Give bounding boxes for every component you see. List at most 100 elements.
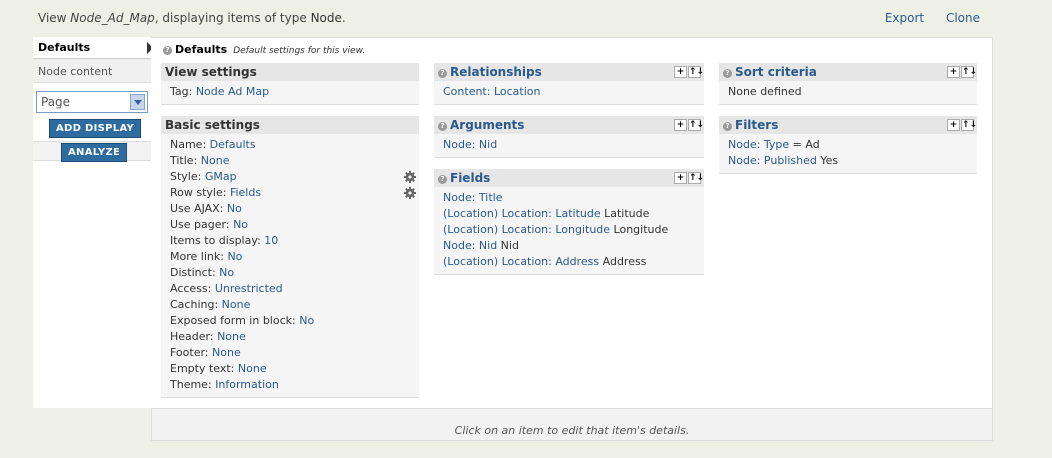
setting-row[interactable]: Footer: None	[170, 345, 410, 361]
sort-row[interactable]: None defined	[728, 84, 968, 100]
field-row[interactable]: (Location) Location: Latitude Latitude	[443, 206, 695, 222]
fields-header: ? Fields + ↑↓	[434, 169, 704, 187]
add-icon[interactable]: +	[674, 172, 687, 184]
setting-row[interactable]: Header: None	[170, 329, 410, 345]
field-row[interactable]: (Location) Location: Address Address	[443, 254, 695, 270]
add-icon[interactable]: +	[947, 66, 960, 78]
setting-row[interactable]: Use pager: No	[170, 217, 410, 233]
rearrange-icon[interactable]: ↑↓	[688, 172, 704, 184]
rearrange-icon[interactable]: ↑↓	[688, 66, 704, 78]
filters-title[interactable]: Filters	[735, 118, 778, 132]
setting-row[interactable]: Exposed form in block: No	[170, 313, 410, 329]
relationships-title[interactable]: Relationships	[450, 65, 542, 79]
rearrange-icon[interactable]: ↑↓	[688, 119, 704, 131]
view-title: View Node_Ad_Map, displaying items of ty…	[38, 11, 346, 25]
field-row-link[interactable]: (Location) Location: Longitude	[443, 223, 610, 236]
gear-icon[interactable]	[404, 187, 416, 199]
relationships-ops: + ↑↓	[673, 64, 704, 78]
help-icon[interactable]: ?	[163, 46, 172, 55]
add-icon[interactable]: +	[674, 66, 687, 78]
field-row[interactable]: (Location) Location: Longitude Longitude	[443, 222, 695, 238]
field-row[interactable]: Node: Title	[443, 190, 695, 206]
arguments-title[interactable]: Arguments	[450, 118, 524, 132]
setting-value-link[interactable]: No	[219, 266, 234, 279]
view-name: Node_Ad_Map	[70, 11, 155, 25]
arguments-block: ? Arguments + ↑↓ Node: Nid	[434, 116, 704, 158]
setting-value-link[interactable]: No	[227, 250, 242, 263]
setting-label: Style:	[170, 170, 205, 183]
setting-row[interactable]: Access: Unrestricted	[170, 281, 410, 297]
help-icon[interactable]: ?	[723, 122, 732, 131]
setting-value-link[interactable]: Fields	[230, 186, 261, 199]
relationship-row[interactable]: Content: Location	[443, 84, 695, 100]
view-actions: Export Clone	[867, 11, 980, 25]
tag-label: Tag:	[170, 85, 196, 98]
setting-row[interactable]: More link: No	[170, 249, 410, 265]
fields-title[interactable]: Fields	[450, 171, 490, 185]
setting-row[interactable]: Caching: None	[170, 297, 410, 313]
field-row-link[interactable]: (Location) Location: Latitude	[443, 207, 601, 220]
tag-value-link[interactable]: Node Ad Map	[196, 85, 269, 98]
setting-value-link[interactable]: No	[233, 218, 248, 231]
help-icon[interactable]: ?	[723, 69, 732, 78]
display-type-select[interactable]: Page	[36, 91, 148, 113]
setting-row[interactable]: Items to display: 10	[170, 233, 410, 249]
help-icon[interactable]: ?	[438, 69, 447, 78]
gear-icon[interactable]	[404, 171, 416, 183]
filter-row-link[interactable]: Node: Type	[728, 138, 789, 151]
setting-value-link[interactable]: 10	[264, 234, 278, 247]
field-row[interactable]: Node: Nid Nid	[443, 238, 695, 254]
setting-value-link[interactable]: None	[201, 154, 230, 167]
setting-row[interactable]: Empty text: None	[170, 361, 410, 377]
filters-header: ? Filters + ↑↓	[719, 116, 977, 134]
help-icon[interactable]: ?	[438, 175, 447, 184]
defaults-heading: ? Defaults Default settings for this view.	[163, 43, 365, 56]
field-row-link[interactable]: (Location) Location: Address	[443, 255, 599, 268]
setting-label: Access:	[170, 282, 215, 295]
basic-settings-title: Basic settings	[165, 118, 260, 132]
setting-value-link[interactable]: Defaults	[210, 138, 256, 151]
setting-value-link[interactable]: Information	[215, 378, 279, 391]
analyze-button[interactable]: ANALYZE	[61, 143, 128, 162]
field-row-text: Address	[599, 255, 647, 268]
setting-row[interactable]: Theme: Information	[170, 377, 410, 393]
rearrange-icon[interactable]: ↑↓	[961, 119, 977, 131]
sort-criteria-title[interactable]: Sort criteria	[735, 65, 817, 79]
tab-node-content[interactable]: Node content	[33, 59, 152, 83]
setting-row[interactable]: Title: None	[170, 153, 410, 169]
add-icon[interactable]: +	[947, 119, 960, 131]
setting-row[interactable]: Distinct: No	[170, 265, 410, 281]
setting-value-link[interactable]: Unrestricted	[215, 282, 283, 295]
rearrange-icon[interactable]: ↑↓	[961, 66, 977, 78]
setting-label: Title:	[170, 154, 201, 167]
view-settings-header: View settings	[161, 63, 419, 81]
setting-row[interactable]: Use AJAX: No	[170, 201, 410, 217]
filter-row-link[interactable]: Node: Published	[728, 154, 817, 167]
setting-value-link[interactable]: No	[227, 202, 242, 215]
chevron-down-icon[interactable]	[130, 94, 145, 110]
sort-row-text: None defined	[728, 85, 802, 98]
setting-value-link[interactable]: GMap	[205, 170, 237, 183]
setting-row[interactable]: Style: GMap	[170, 169, 416, 185]
filter-row[interactable]: Node: Published Yes	[728, 153, 968, 169]
clone-link[interactable]: Clone	[946, 11, 980, 25]
setting-value-link[interactable]: None	[238, 362, 267, 375]
add-icon[interactable]: +	[674, 119, 687, 131]
setting-row[interactable]: Row style: Fields	[170, 185, 416, 201]
tab-defaults[interactable]: Defaults	[33, 37, 153, 59]
filter-row[interactable]: Node: Type = Ad	[728, 137, 968, 153]
field-row-link[interactable]: Node: Title	[443, 191, 503, 204]
setting-value-link[interactable]: None	[212, 346, 241, 359]
setting-value-link[interactable]: None	[217, 330, 246, 343]
setting-value-link[interactable]: No	[299, 314, 314, 327]
display-tabs: Defaults Node content Page ADD DISPLAY A…	[33, 37, 153, 408]
setting-value-link[interactable]: None	[222, 298, 251, 311]
argument-row[interactable]: Node: Nid	[443, 137, 695, 153]
export-link[interactable]: Export	[885, 11, 924, 25]
setting-row[interactable]: Name: Defaults	[170, 137, 410, 153]
field-row-link[interactable]: Node: Nid	[443, 239, 497, 252]
argument-row-link[interactable]: Node: Nid	[443, 138, 497, 151]
add-display-button[interactable]: ADD DISPLAY	[49, 119, 142, 138]
relationship-row-link[interactable]: Content: Location	[443, 85, 540, 98]
help-icon[interactable]: ?	[438, 122, 447, 131]
